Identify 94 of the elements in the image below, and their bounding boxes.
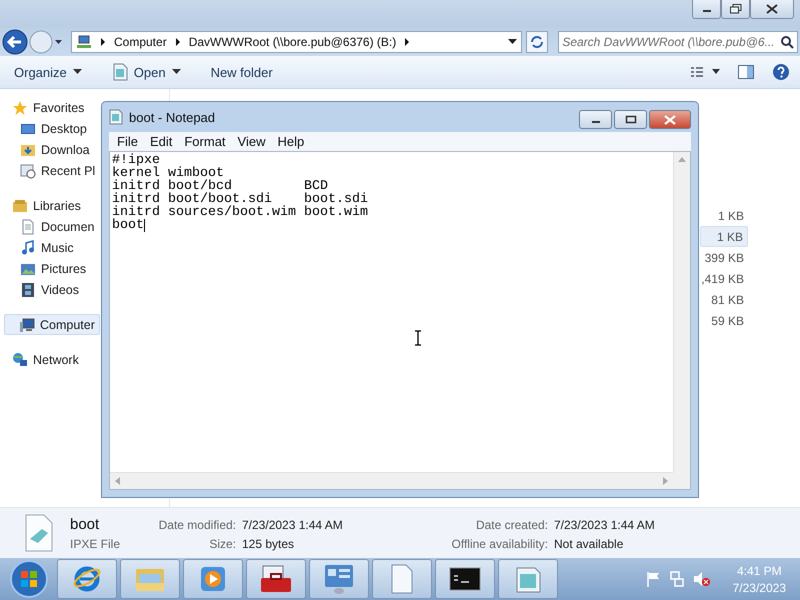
control-panel-icon[interactable] xyxy=(323,563,355,595)
refresh-button[interactable] xyxy=(526,31,548,53)
sidebar-item[interactable]: Favorites xyxy=(0,97,84,118)
sidebar-item[interactable]: Network xyxy=(0,349,79,370)
computer-icon xyxy=(19,316,35,332)
caret-icon xyxy=(72,69,82,75)
notepad-icon xyxy=(112,63,128,81)
caret-icon xyxy=(172,69,181,75)
field-value: 7/23/2023 1:44 AM xyxy=(554,518,656,532)
sidebar-item[interactable]: Videos xyxy=(0,279,79,300)
window-title: boot - Notepad xyxy=(129,110,216,124)
document-icon xyxy=(20,218,36,234)
left-arrow-icon xyxy=(115,477,120,485)
text-cursor-icon xyxy=(414,330,422,346)
flag-icon[interactable] xyxy=(644,571,661,587)
field-label: Date created: xyxy=(474,518,548,532)
address-bar[interactable]: Computer DavWWWRoot (\\bore.pub@6376) (B:) xyxy=(71,31,522,53)
chevron-icon xyxy=(404,38,410,46)
network-icon[interactable] xyxy=(668,571,685,587)
close-button[interactable] xyxy=(649,110,691,129)
document-icon[interactable] xyxy=(390,564,414,594)
field-label: Offline availability: xyxy=(450,536,548,550)
file-size: 81 KB xyxy=(711,292,745,306)
view-options-icon[interactable] xyxy=(690,66,720,78)
terminal-icon[interactable] xyxy=(449,567,481,591)
field-value: 125 bytes xyxy=(242,536,296,550)
sidebar-item[interactable]: Desktop xyxy=(0,118,87,139)
file-size: 399 KB xyxy=(704,250,745,264)
maximize-icon xyxy=(624,115,636,124)
sidebar-item[interactable]: Music xyxy=(0,237,74,258)
field-value: Not available xyxy=(554,536,624,550)
file-type: IPXE File xyxy=(70,536,122,550)
close-icon xyxy=(766,4,778,14)
menu-item[interactable]: Format xyxy=(178,134,232,149)
menu-item[interactable]: View xyxy=(232,134,272,149)
breadcrumb[interactable]: Computer xyxy=(114,35,167,49)
notepad-icon xyxy=(109,109,123,125)
taskbar-button[interactable] xyxy=(435,559,495,599)
file-size: ,419 KB xyxy=(701,272,745,286)
close-icon xyxy=(664,114,676,124)
up-arrow-icon xyxy=(678,157,686,162)
search-field[interactable]: Search DavWWWRoot (\\bore.pub@6... xyxy=(558,31,798,53)
right-arrow-icon xyxy=(663,477,668,485)
sidebar-item[interactable]: Downloa xyxy=(0,139,90,160)
sidebar-item[interactable]: Libraries xyxy=(0,195,81,216)
library-icon xyxy=(12,198,28,214)
sidebar-item[interactable]: Documen xyxy=(0,216,94,237)
music-note-icon xyxy=(20,240,36,256)
help-icon[interactable] xyxy=(772,63,790,81)
menu-item[interactable]: Edit xyxy=(144,134,178,149)
file-size: 1 KB xyxy=(716,230,744,244)
menu-button[interactable]: Organize xyxy=(10,62,86,82)
restore-icon xyxy=(730,4,742,14)
file-icon xyxy=(24,513,54,553)
minimize-button[interactable] xyxy=(579,110,612,129)
caret-icon[interactable] xyxy=(54,38,63,46)
film-icon xyxy=(20,282,36,298)
recent-places-icon xyxy=(20,162,36,178)
taskbar-button[interactable] xyxy=(246,559,306,599)
refresh-icon xyxy=(529,35,546,49)
text-area[interactable]: #!ipxe kernel wimboot initrd boot/bcd BCD initrd boot/boot.sdi boot.sdi initrd sources/boot.wim boot.wim boot xyxy=(110,152,673,472)
file-name: boot xyxy=(70,516,100,532)
network-drive-icon xyxy=(76,35,92,49)
network-icon xyxy=(12,352,28,368)
menu-button[interactable]: Open xyxy=(108,61,185,83)
toolbox-icon[interactable] xyxy=(259,564,293,594)
menu-item[interactable]: Help xyxy=(271,134,310,149)
breadcrumb[interactable]: DavWWWRoot (\\bore.pub@6376) (B:) xyxy=(188,35,396,49)
maximize-button[interactable] xyxy=(614,110,647,129)
back-button[interactable] xyxy=(2,29,28,55)
star-icon xyxy=(12,100,28,116)
restore-button[interactable] xyxy=(721,0,750,19)
chevron-icon xyxy=(174,38,181,46)
caret-icon[interactable] xyxy=(508,39,518,45)
browser-icon[interactable] xyxy=(72,564,102,594)
preview-pane-icon[interactable] xyxy=(738,65,754,79)
sidebar-item[interactable]: Computer xyxy=(4,314,100,335)
sidebar-item[interactable]: Recent Pl xyxy=(0,160,96,181)
field-label: Date modified: xyxy=(158,518,236,532)
chevron-icon xyxy=(100,38,106,46)
play-icon[interactable] xyxy=(199,565,227,593)
file-size: 59 KB xyxy=(711,314,745,328)
search-icon xyxy=(780,35,794,49)
menu-item[interactable]: File xyxy=(111,134,144,149)
file-row[interactable]: 1 KB xyxy=(700,226,748,247)
toolbar-button[interactable]: New folder xyxy=(206,62,277,82)
field-value: 7/23/2023 1:44 AM xyxy=(242,518,344,532)
start-button[interactable] xyxy=(9,559,49,599)
file-size: 1 KB xyxy=(718,208,745,222)
muted-speaker-icon[interactable] xyxy=(692,571,711,587)
close-button[interactable] xyxy=(750,0,794,19)
field-label: Size: xyxy=(208,536,236,550)
sidebar-item[interactable]: Pictures xyxy=(0,258,86,279)
minimize-button[interactable] xyxy=(692,0,721,19)
